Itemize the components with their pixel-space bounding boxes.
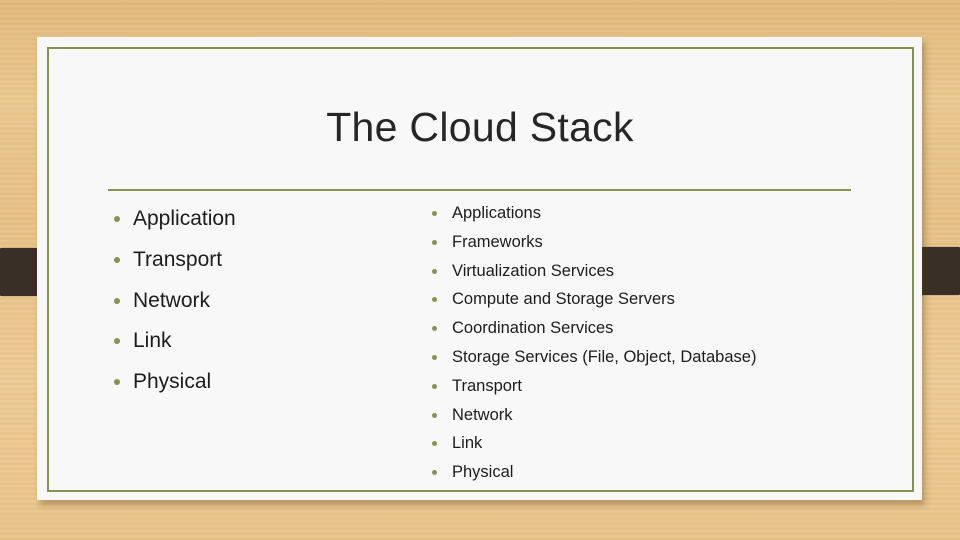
list-item: Transport: [432, 375, 756, 404]
list-item: Link: [114, 327, 236, 368]
bullet-icon: [432, 268, 437, 274]
list-item-label: Physical: [452, 463, 514, 482]
bullet-icon: [432, 211, 437, 216]
list-item: Physical: [114, 368, 236, 409]
bullet-icon: [432, 383, 437, 389]
list-item-label: Coordination Services: [452, 319, 614, 338]
list-item-label: Compute and Storage Servers: [452, 290, 675, 309]
list-item: Network: [114, 287, 236, 328]
cloud-stack-list: Applications Frameworks Virtualization S…: [432, 202, 757, 490]
list-item-label: Application: [133, 207, 236, 230]
list-item: Compute and Storage Servers: [432, 288, 756, 317]
bullet-icon: [114, 297, 120, 304]
list-item: Coordination Services: [432, 317, 756, 346]
list-item-label: Link: [452, 434, 483, 453]
list-item: Frameworks: [432, 231, 756, 260]
list-item-label: Transport: [452, 376, 522, 395]
list-item-label: Applications: [452, 204, 541, 222]
list-item-label: Frameworks: [452, 232, 543, 251]
list-item-label: Physical: [133, 370, 212, 394]
bullet-icon: [432, 239, 437, 245]
list-item: Application: [114, 205, 236, 246]
slide-title: The Cloud Stack: [326, 104, 634, 150]
network-layers-list: Application Transport Network Link Physi…: [114, 205, 236, 409]
list-item-label: Storage Services (File, Object, Database…: [452, 347, 757, 366]
list-item-label: Network: [133, 288, 211, 312]
bullet-icon: [432, 412, 437, 418]
list-item-label: Network: [452, 405, 513, 424]
bullet-icon: [432, 354, 437, 360]
list-item-label: Virtualization Services: [452, 261, 615, 280]
list-item: Physical: [432, 461, 756, 490]
list-item: Storage Services (File, Object, Database…: [432, 346, 757, 375]
list-item-label: Transport: [133, 247, 223, 271]
list-item-label: Link: [133, 329, 172, 353]
list-item: Applications: [432, 202, 756, 231]
bullet-icon: [114, 216, 120, 222]
title-divider: [108, 189, 851, 191]
list-item: Network: [432, 404, 756, 433]
list-item: Transport: [114, 246, 236, 287]
bullet-icon: [114, 256, 120, 263]
list-item: Virtualization Services: [432, 260, 756, 289]
list-item: Link: [432, 432, 756, 461]
